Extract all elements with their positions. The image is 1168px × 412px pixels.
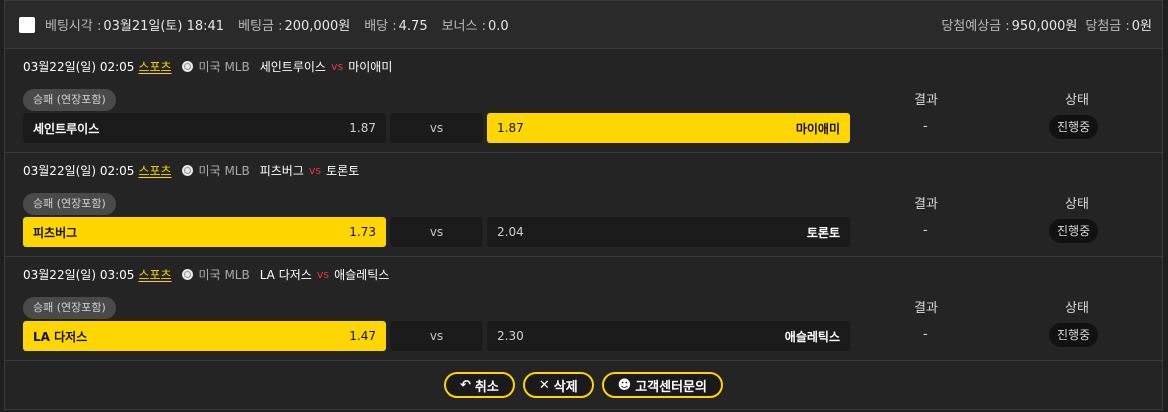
bet-slip-card: 베팅시각 :03월21일(토) 18:41 베팅금 :200,000원 배당 :… <box>4 0 1163 410</box>
away-team-title: 애슬레틱스 <box>334 268 390 282</box>
home-team-title: 세인트루이스 <box>259 60 326 74</box>
away-team-name: 애슬레틱스 <box>784 329 840 344</box>
bet-amount: 베팅금 :200,000원 <box>238 15 350 34</box>
away-team-name: 토론토 <box>806 225 840 240</box>
action-bar: ↶ 취소 ✕ 삭제 ☻ 고객센터문의 <box>5 365 1162 405</box>
home-odds: 1.87 <box>349 121 376 135</box>
home-team-name: 세인트루이스 <box>33 121 100 136</box>
home-team-name: 피츠버그 <box>33 225 78 240</box>
match-league: 미국 MLB <box>198 268 250 282</box>
status-badge: 진행중 <box>1049 115 1099 139</box>
match-header: 03월22일(일) 03:05 스포츠 미국 MLB LA 다저스 vs 애슬레… <box>23 266 389 283</box>
home-pick-selected[interactable]: 피츠버그 1.73 <box>23 217 386 247</box>
match-row: 03월22일(일) 03:05 스포츠 미국 MLB LA 다저스 vs 애슬레… <box>5 257 1162 361</box>
status-badge: 진행중 <box>1049 219 1099 243</box>
home-odds: 1.47 <box>349 329 376 343</box>
payout-summary: 당첨예상금 :950,000원 당첨금 :0원 <box>933 15 1152 34</box>
draw-pick[interactable]: vs <box>390 217 483 247</box>
result-value: - <box>923 223 928 238</box>
select-checkbox[interactable] <box>19 16 35 33</box>
away-odds: 2.30 <box>497 329 524 343</box>
win-label: 당첨금 : <box>1085 19 1130 34</box>
match-league: 미국 MLB <box>198 60 250 74</box>
status-badge: 진행중 <box>1049 323 1099 347</box>
match-category[interactable]: 스포츠 <box>138 266 171 283</box>
match-category[interactable]: 스포츠 <box>138 58 171 75</box>
bonus: 보너스 :0.0 <box>442 15 509 34</box>
home-team-title: LA 다저스 <box>259 268 312 282</box>
away-team-title: 마이애미 <box>348 60 393 74</box>
close-icon: ✕ <box>538 377 550 393</box>
match-datetime: 03월22일(일) 02:05 <box>23 60 135 74</box>
result-value: - <box>923 327 928 342</box>
vs-separator: vs <box>316 268 330 281</box>
away-odds: 1.87 <box>497 121 524 135</box>
match-header: 03월22일(일) 02:05 스포츠 미국 MLB 피츠버그 vs 토론토 <box>23 162 359 179</box>
result-column-header: 결과 <box>914 93 938 108</box>
baseball-icon <box>181 269 193 280</box>
support-inquiry-button[interactable]: ☻ 고객센터문의 <box>601 372 723 398</box>
cancel-label: 취소 <box>474 379 499 395</box>
bet-time-value: 03월21일(토) 18:41 <box>103 19 225 34</box>
bet-time: 베팅시각 :03월21일(토) 18:41 <box>45 15 224 34</box>
odds-label: 배당 : <box>364 19 397 34</box>
home-team-title: 피츠버그 <box>259 164 304 178</box>
match-row: 03월22일(일) 02:05 스포츠 미국 MLB 세인트루이스 vs 마이애… <box>5 49 1162 153</box>
away-odds: 2.04 <box>497 225 524 239</box>
away-pick[interactable]: 2.04 토론토 <box>487 217 850 247</box>
match-league: 미국 MLB <box>198 164 250 178</box>
odds-value: 4.75 <box>398 19 428 34</box>
win-amount: 당첨금 :0원 <box>1085 15 1152 34</box>
delete-button[interactable]: ✕ 삭제 <box>522 372 594 398</box>
market-badge: 승패 (연장포함) <box>23 193 116 215</box>
home-team-name: LA 다저스 <box>33 329 88 344</box>
market-badge: 승패 (연장포함) <box>23 297 116 319</box>
vs-separator: vs <box>330 60 344 73</box>
bonus-label: 보너스 : <box>441 19 486 34</box>
expected-label: 당첨예상금 : <box>941 19 1010 34</box>
expected-payout: 당첨예상금 :950,000원 <box>941 15 1077 34</box>
bet-summary-header: 베팅시각 :03월21일(토) 18:41 베팅금 :200,000원 배당 :… <box>5 1 1162 49</box>
home-odds: 1.73 <box>349 225 376 239</box>
vs-separator: vs <box>308 164 322 177</box>
support-agent-icon: ☻ <box>617 377 632 393</box>
home-pick[interactable]: 세인트루이스 1.87 <box>23 113 386 143</box>
status-column-header: 상태 <box>1065 93 1089 108</box>
away-pick-selected[interactable]: 1.87 마이애미 <box>487 113 850 143</box>
away-team-title: 토론토 <box>326 164 360 178</box>
support-label: 고객센터문의 <box>635 379 707 395</box>
baseball-icon <box>181 165 193 176</box>
bet-amount-label: 베팅금 : <box>238 19 283 34</box>
home-pick-selected[interactable]: LA 다저스 1.47 <box>23 321 386 351</box>
market-badge: 승패 (연장포함) <box>23 89 116 111</box>
result-value: - <box>923 119 928 134</box>
undo-icon: ↶ <box>460 377 471 393</box>
result-column-header: 결과 <box>914 197 938 212</box>
match-datetime: 03월22일(일) 03:05 <box>23 268 135 282</box>
match-row: 03월22일(일) 02:05 스포츠 미국 MLB 피츠버그 vs 토론토 승… <box>5 153 1162 257</box>
draw-pick[interactable]: vs <box>390 321 483 351</box>
baseball-icon <box>181 61 193 72</box>
result-column-header: 결과 <box>914 301 938 316</box>
match-category[interactable]: 스포츠 <box>138 162 171 179</box>
delete-label: 삭제 <box>553 379 578 395</box>
total-odds: 배당 :4.75 <box>364 15 427 34</box>
win-value: 0원 <box>1131 19 1152 34</box>
match-header: 03월22일(일) 02:05 스포츠 미국 MLB 세인트루이스 vs 마이애… <box>23 58 392 75</box>
cancel-button[interactable]: ↶ 취소 <box>444 372 515 398</box>
status-column-header: 상태 <box>1065 301 1089 316</box>
match-datetime: 03월22일(일) 02:05 <box>23 164 135 178</box>
away-pick[interactable]: 2.30 애슬레틱스 <box>487 321 850 351</box>
away-team-name: 마이애미 <box>795 121 840 136</box>
status-column-header: 상태 <box>1065 197 1089 212</box>
bet-time-label: 베팅시각 : <box>45 19 102 34</box>
bet-amount-value: 200,000원 <box>284 19 351 34</box>
draw-pick[interactable]: vs <box>390 113 483 143</box>
expected-value: 950,000원 <box>1011 19 1078 34</box>
bonus-value: 0.0 <box>488 19 509 34</box>
